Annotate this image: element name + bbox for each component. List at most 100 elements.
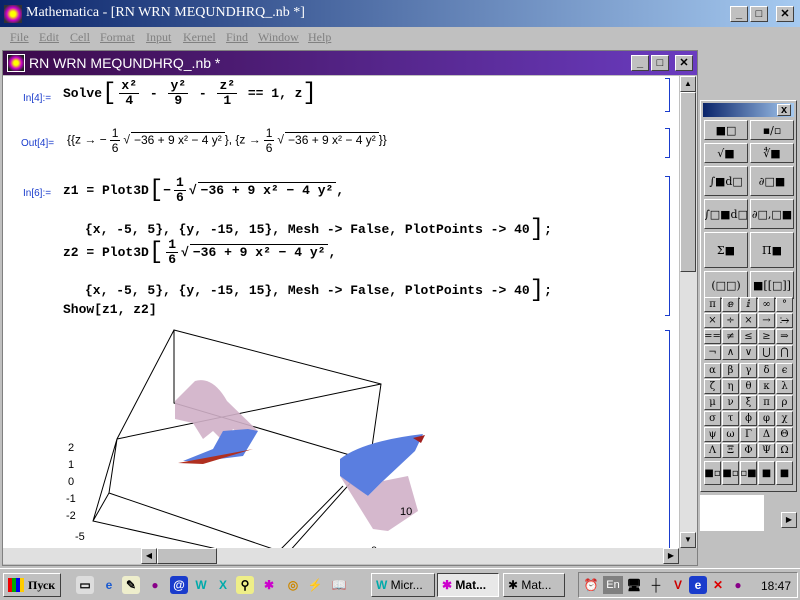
menu-find[interactable]: Find bbox=[226, 30, 248, 45]
scroll-left-button[interactable]: ◀ bbox=[141, 548, 157, 564]
palette-symbol-button[interactable]: × bbox=[740, 313, 757, 328]
maximize-button[interactable]: □ bbox=[750, 6, 768, 22]
scroll-down-button[interactable]: ▼ bbox=[680, 532, 696, 548]
palette-symbol-button[interactable]: ≠ bbox=[722, 329, 739, 344]
palette-symbol-button[interactable]: ⅈ bbox=[740, 297, 757, 312]
h-scroll-thumb[interactable] bbox=[157, 548, 217, 564]
palette-symbol-button[interactable]: ■▫ bbox=[704, 461, 721, 485]
palette-symbol-button[interactable]: η bbox=[722, 379, 739, 394]
palette-symbol-button[interactable]: κ bbox=[758, 379, 775, 394]
palette-symbol-button[interactable]: Θ bbox=[776, 427, 793, 442]
in6-line5[interactable]: Show[z1, z2] bbox=[63, 302, 157, 317]
in4-input[interactable]: Solve[x² 4 - y² 9 - z² 1 == 1, z] bbox=[63, 79, 317, 108]
nb-maximize-button[interactable]: □ bbox=[651, 55, 669, 71]
palette-symbol-button[interactable]: == bbox=[704, 329, 721, 344]
scroll-up-button[interactable]: ▲ bbox=[680, 76, 696, 92]
palette-symbol-button[interactable]: μ bbox=[704, 395, 721, 410]
vertical-scrollbar[interactable]: ▲ ▼ bbox=[680, 76, 697, 548]
palette-symbol-button[interactable]: → bbox=[758, 313, 775, 328]
cell-bracket[interactable] bbox=[665, 330, 670, 548]
task-mathematica-active[interactable]: ✱ Mat... bbox=[437, 573, 499, 597]
palette-symbol-button[interactable]: ▫■ bbox=[740, 461, 757, 485]
palette-symbol-button[interactable]: ⋂ bbox=[776, 345, 793, 360]
cell-bracket[interactable] bbox=[665, 78, 670, 112]
search-icon[interactable]: ⚲ bbox=[236, 576, 254, 594]
palette-template-button[interactable]: ∫□■d□ bbox=[704, 199, 748, 229]
notebook-content[interactable]: In[4]:= Solve[x² 4 - y² 9 - z² 1 == 1, z] O… bbox=[3, 76, 679, 548]
palette-symbol-button[interactable]: Γ bbox=[740, 427, 757, 442]
excel-icon[interactable]: X bbox=[214, 576, 232, 594]
winamp-icon[interactable]: ⚡ bbox=[306, 576, 324, 594]
palette-template-button[interactable]: (□□) bbox=[704, 271, 748, 299]
palette-symbol-button[interactable]: θ bbox=[740, 379, 757, 394]
palette-symbol-button[interactable]: ° bbox=[776, 297, 793, 312]
palette-scroll-button[interactable]: ▶ bbox=[781, 512, 797, 528]
palette-symbol-button[interactable]: ÷ bbox=[722, 313, 739, 328]
palette-template-button[interactable]: ■[[□]] bbox=[750, 271, 794, 299]
palette-symbol-button[interactable]: σ bbox=[704, 411, 721, 426]
palette-template-button[interactable]: ∂□■ bbox=[750, 166, 794, 196]
palette-template-button[interactable]: ▪/▫ bbox=[750, 120, 794, 140]
language-indicator[interactable]: En bbox=[603, 576, 623, 594]
minimize-button[interactable]: _ bbox=[730, 6, 748, 22]
palette-symbol-button[interactable]: ⅇ bbox=[722, 297, 739, 312]
palette-symbol-button[interactable]: π bbox=[704, 297, 721, 312]
scroll-thumb[interactable] bbox=[680, 92, 696, 272]
palette-symbol-button[interactable]: π bbox=[758, 395, 775, 410]
palette-template-button[interactable]: ■□ bbox=[704, 120, 748, 140]
palette-symbol-button[interactable]: Φ bbox=[740, 443, 757, 458]
menu-window[interactable]: Window bbox=[258, 30, 299, 45]
palette-template-button[interactable]: ∜■ bbox=[750, 143, 794, 163]
ie-icon[interactable]: e bbox=[100, 576, 118, 594]
palette-close-button[interactable]: x bbox=[777, 104, 791, 116]
palette-symbol-button[interactable]: γ bbox=[740, 363, 757, 378]
palette-symbol-button[interactable]: ∧ bbox=[722, 345, 739, 360]
antivirus-icon[interactable]: V bbox=[669, 576, 687, 594]
mathematica-icon[interactable]: ✱ bbox=[260, 576, 278, 594]
palette-symbol-button[interactable]: ⋃ bbox=[758, 345, 775, 360]
task-word[interactable]: W Micr... bbox=[371, 573, 435, 597]
palette-symbol-button[interactable]: ≥ bbox=[758, 329, 775, 344]
palette-symbol-button[interactable]: ≤ bbox=[740, 329, 757, 344]
palette-symbol-button[interactable]: Ω bbox=[776, 443, 793, 458]
palette-template-button[interactable]: √■ bbox=[704, 143, 748, 163]
monitor-icon[interactable]: 🖥 bbox=[625, 576, 643, 594]
palette-symbol-button[interactable]: ν bbox=[722, 395, 739, 410]
palette-symbol-button[interactable]: ¬ bbox=[704, 345, 721, 360]
palette-symbol-button[interactable]: × bbox=[704, 313, 721, 328]
in6-line3[interactable]: z2 = Plot3D[1 6 √ −36 + 9 x² − 4 y², bbox=[63, 238, 336, 267]
scroll-right-button[interactable]: ▶ bbox=[663, 548, 679, 564]
palette-template-button[interactable]: Σ■ bbox=[704, 232, 748, 268]
nb-close-button[interactable]: ✕ bbox=[675, 55, 693, 71]
palette-symbol-button[interactable]: Ξ bbox=[722, 443, 739, 458]
palette-symbol-button[interactable]: ⧴ bbox=[776, 313, 793, 328]
menu-kernel[interactable]: Kernel bbox=[183, 30, 216, 45]
palette-symbol-button[interactable]: ∞ bbox=[758, 297, 775, 312]
help-icon[interactable]: 📖 bbox=[330, 576, 348, 594]
palette-symbol-button[interactable]: δ bbox=[758, 363, 775, 378]
scheduler-icon[interactable]: ⏰ bbox=[582, 576, 600, 594]
palette-symbol-button[interactable]: ϵ bbox=[776, 363, 793, 378]
close-button[interactable]: ✕ bbox=[776, 6, 794, 22]
palette-symbol-button[interactable]: β bbox=[722, 363, 739, 378]
palette-symbol-button[interactable]: ω bbox=[722, 427, 739, 442]
cell-bracket[interactable] bbox=[665, 176, 670, 316]
palette-symbol-button[interactable]: ■▫ bbox=[722, 461, 739, 485]
network-disconnected-icon[interactable]: ✕ bbox=[709, 576, 727, 594]
ie-tray-icon[interactable]: e bbox=[689, 576, 707, 594]
menu-input[interactable]: Input bbox=[146, 30, 171, 45]
speech-tray-icon[interactable]: ● bbox=[729, 576, 747, 594]
nb-minimize-button[interactable]: _ bbox=[631, 55, 649, 71]
palette-symbol-button[interactable]: χ bbox=[776, 411, 793, 426]
palette-symbol-button[interactable]: ■ bbox=[776, 461, 793, 485]
speech-icon[interactable]: ● bbox=[146, 576, 164, 594]
palette-symbol-button[interactable]: ζ bbox=[704, 379, 721, 394]
volume-icon[interactable]: ┼ bbox=[647, 576, 665, 594]
cell-bracket[interactable] bbox=[665, 128, 670, 158]
network-icon[interactable]: @ bbox=[170, 576, 188, 594]
palette-symbol-button[interactable]: α bbox=[704, 363, 721, 378]
word-icon[interactable]: W bbox=[192, 576, 210, 594]
outlook-icon[interactable]: ✎ bbox=[122, 576, 140, 594]
menu-edit[interactable]: Edit bbox=[39, 30, 59, 45]
menu-file[interactable]: File bbox=[10, 30, 29, 45]
